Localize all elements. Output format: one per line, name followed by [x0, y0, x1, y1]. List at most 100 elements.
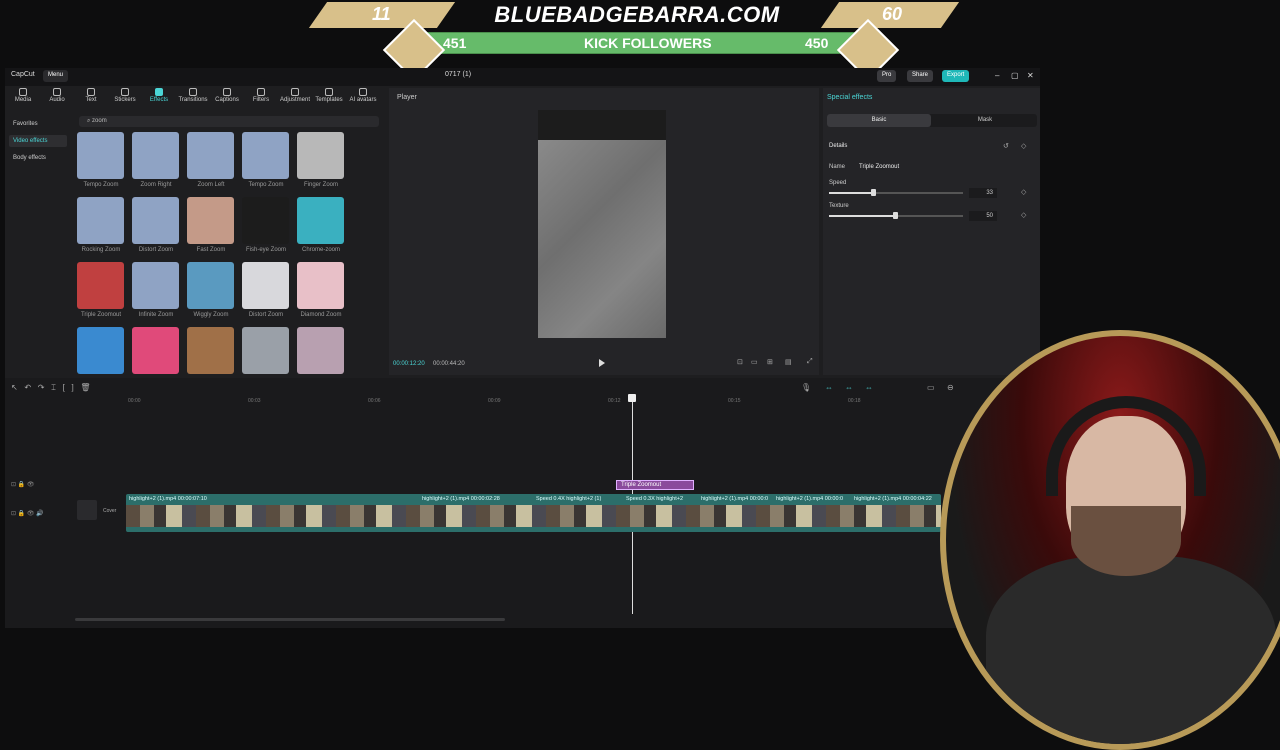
templates-icon	[325, 88, 333, 96]
select-icon[interactable]: ↖	[11, 383, 18, 392]
speed-keyframe-icon[interactable]: ◇	[1021, 188, 1026, 196]
trim-left-icon[interactable]: [	[63, 383, 65, 392]
effect-tile-label: Tempo Zoom	[248, 182, 284, 188]
clip-label: highlight+2 (1).mp4 00:00:04:22	[854, 496, 932, 502]
effect-tile[interactable]	[132, 132, 179, 179]
tab-label: Effects	[149, 97, 169, 103]
export-button[interactable]: Export	[942, 70, 970, 82]
effect-tile[interactable]	[132, 197, 179, 244]
close-icon[interactable]: ✕	[1027, 71, 1034, 80]
tab-effects[interactable]: Effects	[141, 88, 177, 103]
maximize-icon[interactable]: ▢	[1011, 71, 1019, 80]
effect-tile[interactable]	[77, 262, 124, 309]
effect-tile[interactable]	[242, 132, 289, 179]
undo-icon[interactable]: ↶	[24, 383, 31, 392]
texture-input[interactable]: 50	[969, 211, 997, 221]
effect-clip-triple-zoomout[interactable]: Triple Zoomout	[616, 480, 694, 490]
reset-icon[interactable]: ↺	[1003, 142, 1009, 150]
effect-tile[interactable]	[187, 262, 234, 309]
timeline-scrollbar[interactable]	[75, 618, 505, 621]
ai-helper-button[interactable]	[77, 500, 97, 520]
mic-icon[interactable]: 🎙	[801, 383, 811, 392]
effect-tile[interactable]	[242, 197, 289, 244]
effect-tile-label: Infinite Zoom	[138, 312, 174, 318]
speed-label: Speed	[829, 180, 847, 186]
tab-templates[interactable]: Templates	[311, 88, 347, 103]
speed-input[interactable]: 33	[969, 188, 997, 198]
name-label: Name	[829, 164, 846, 170]
tab-adjustment[interactable]: Adjustment	[277, 88, 313, 103]
delete-icon[interactable]: 🗑	[80, 383, 90, 392]
cover-button[interactable]: Cover	[103, 508, 116, 514]
titlebar: CapCut Menu 0717 (1) Pro Share Export – …	[5, 68, 1040, 86]
effect-tile[interactable]	[242, 262, 289, 309]
texture-slider-fill	[829, 215, 896, 217]
effect-tile[interactable]	[297, 262, 344, 309]
minimize-icon[interactable]: –	[995, 71, 999, 80]
crop-icon[interactable]: ⊡	[737, 358, 743, 366]
fullscreen-icon[interactable]: ⤢	[807, 358, 813, 366]
effect-tile[interactable]	[77, 197, 124, 244]
effect-tile-label: Chrome-zoom	[301, 247, 340, 253]
zoom-out-icon[interactable]: ⊖	[947, 383, 954, 392]
effect-tile[interactable]	[187, 132, 234, 179]
effect-track-controls[interactable]: ⊡ 🔒 👁	[11, 481, 34, 488]
video-filmstrip	[126, 505, 941, 527]
texture-slider-knob[interactable]	[893, 212, 898, 219]
menu-button[interactable]: Menu	[43, 70, 69, 82]
tab-audio[interactable]: Audio	[39, 88, 75, 103]
settings-icon[interactable]: ▤	[785, 358, 792, 366]
effects-grid: Tempo Zoom Zoom Right Zoom Left Tempo Zoom F…	[77, 132, 357, 382]
link-icon[interactable]: ⇔	[825, 383, 833, 392]
keyframe-icon[interactable]: ◇	[1021, 142, 1026, 150]
effect-tile[interactable]	[77, 327, 124, 374]
clip-label: highlight+2 (1).mp4 00:00:07:10	[129, 496, 207, 502]
tab-media[interactable]: Media	[5, 88, 41, 103]
play-icon[interactable]	[599, 359, 605, 367]
speed-slider-knob[interactable]	[871, 189, 876, 196]
tab-captions[interactable]: Captions	[209, 88, 245, 103]
tab-basic[interactable]: Basic	[827, 114, 931, 127]
magnet-icon[interactable]: ⇔	[845, 383, 853, 392]
effect-tile[interactable]	[132, 327, 179, 374]
current-time: 00:00:12:20	[393, 361, 425, 367]
tab-text[interactable]: Text	[73, 88, 109, 103]
follower-left-count: 451	[443, 35, 467, 51]
tab-transitions[interactable]: Transitions	[175, 88, 211, 103]
effects-search-input[interactable]: ⌕ zoom	[79, 116, 379, 127]
pro-button[interactable]: Pro	[877, 70, 897, 82]
tab-filters[interactable]: Filters	[243, 88, 279, 103]
streamer-beard	[1071, 506, 1181, 576]
banner-left-number: 11	[372, 4, 391, 24]
redo-icon[interactable]: ↷	[38, 383, 45, 392]
capcut-window: CapCut Menu 0717 (1) Pro Share Export – …	[5, 68, 1040, 628]
effect-tile[interactable]	[297, 327, 344, 374]
tab-ai-avatars[interactable]: AI avatars	[345, 88, 381, 103]
effect-tile[interactable]	[242, 327, 289, 374]
playhead-handle[interactable]	[628, 394, 636, 402]
effect-tile[interactable]	[132, 262, 179, 309]
tab-stickers[interactable]: Stickers	[107, 88, 143, 103]
share-button[interactable]: Share	[907, 70, 934, 82]
effect-tile[interactable]	[187, 197, 234, 244]
snap-icon[interactable]: ⇔	[865, 383, 873, 392]
effect-tile[interactable]	[297, 197, 344, 244]
sidebar-item-favorites[interactable]: Favorites	[9, 118, 67, 130]
details-heading[interactable]: Details	[829, 143, 847, 149]
ratio-icon[interactable]: ▭	[751, 358, 758, 366]
sidebar-item-video-effects[interactable]: Video effects	[9, 135, 67, 147]
effect-tile[interactable]	[77, 132, 124, 179]
sidebar-item-body-effects[interactable]: Body effects	[9, 152, 67, 164]
main-video-track[interactable]: highlight+2 (1).mp4 00:00:07:10 highlight…	[126, 494, 941, 532]
trim-right-icon[interactable]: ]	[72, 383, 74, 392]
split-icon[interactable]: ⌶	[51, 383, 56, 392]
transitions-icon	[189, 88, 197, 96]
tab-mask[interactable]: Mask	[933, 114, 1037, 127]
video-preview[interactable]	[538, 110, 666, 338]
zoom-fit-icon[interactable]: ⊞	[767, 358, 773, 366]
preview-axis-icon[interactable]: ▭	[927, 383, 935, 392]
effect-tile[interactable]	[187, 327, 234, 374]
effect-tile[interactable]	[297, 132, 344, 179]
main-track-controls[interactable]: ⊡ 🔒 👁 🔊	[11, 510, 44, 517]
texture-keyframe-icon[interactable]: ◇	[1021, 211, 1026, 219]
